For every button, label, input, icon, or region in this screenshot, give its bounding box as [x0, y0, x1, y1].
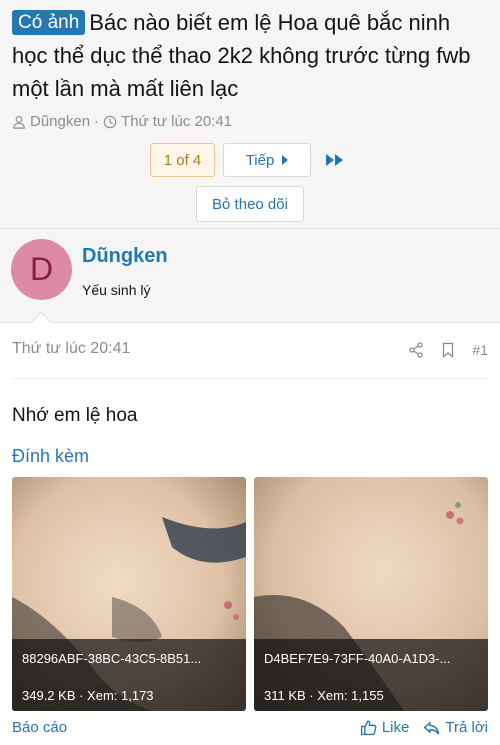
post-time[interactable]: Thứ tư lúc 20:41 [12, 340, 130, 358]
chevron-right-icon [282, 155, 289, 165]
footer-actions: Like Trả lời [360, 719, 488, 736]
attachment-stats: 311 KB · Xem: 1,155 [264, 688, 384, 703]
username[interactable]: Dũngken [82, 245, 168, 268]
like-label: Like [381, 718, 410, 736]
post-message: Nhớ em lệ hoa [12, 405, 138, 426]
unwatch-button[interactable]: Bỏ theo dõi [196, 186, 304, 222]
thread-header: Có ảnh Bác nào biết em lệ Hoa quê bắc nin… [0, 0, 500, 229]
attachment-filename: 88296ABF-38BC-43C5-8B51... [22, 651, 202, 666]
avatar[interactable]: D [11, 239, 72, 300]
prefix-badge[interactable]: Có ảnh [12, 10, 86, 35]
attachment-caption: D4BEF7E9-73FF-40A0-A1D3-... 311 KB · Xem… [254, 639, 488, 711]
thread-author[interactable]: Dũngken [30, 113, 90, 130]
next-page-button[interactable]: Tiếp [223, 143, 311, 177]
reply-icon [424, 721, 440, 735]
attachment-caption: 88296ABF-38BC-43C5-8B51... 349.2 KB · Xe… [12, 639, 246, 711]
bookmark-icon[interactable] [440, 342, 456, 358]
thread-meta: Dũngken · Thứ tư lúc 20:41 [12, 113, 488, 130]
thumbs-up-icon [360, 719, 377, 735]
clock-icon [103, 115, 117, 128]
attachments-heading: Đính kèm [12, 446, 90, 466]
report-link[interactable]: Báo cáo [12, 719, 67, 736]
pagination: 1 of 4 Tiếp [150, 143, 349, 177]
double-chevron-right-icon [326, 154, 343, 166]
user-block: D Dũngken Yếu sinh lý [0, 229, 500, 335]
attachment-thumbnail[interactable]: 88296ABF-38BC-43C5-8B51... 349.2 KB · Xe… [12, 477, 246, 711]
reply-label: Trả lời [445, 718, 488, 736]
reply-button[interactable]: Trả lời [423, 719, 488, 736]
post-actions: #1 [408, 342, 488, 358]
last-page-button[interactable] [321, 143, 349, 177]
user-title: Yếu sinh lý [82, 282, 151, 298]
meta-separator: · [94, 113, 100, 130]
post-number[interactable]: #1 [472, 342, 488, 358]
page-indicator[interactable]: 1 of 4 [150, 143, 215, 177]
post-meta: Thứ tư lúc 20:41 #1 [12, 323, 488, 379]
post-footer: Báo cáo Like Trả lời [0, 712, 500, 742]
post-body: Nhớ em lệ hoa Đính kèm 88296ABF-38BC-43C… [0, 405, 500, 711]
next-page-label: Tiếp [245, 151, 275, 169]
user-icon [13, 115, 25, 129]
attachment-filename: D4BEF7E9-73FF-40A0-A1D3-... [264, 651, 451, 666]
thread-time[interactable]: Thứ tư lúc 20:41 [121, 113, 232, 130]
share-icon[interactable] [408, 342, 424, 358]
attachment-thumbnail[interactable]: D4BEF7E9-73FF-40A0-A1D3-... 311 KB · Xem… [254, 477, 488, 711]
thread-title: Có ảnh Bác nào biết em lệ Hoa quê bắc nin… [12, 6, 488, 105]
attachments-list: 88296ABF-38BC-43C5-8B51... 349.2 KB · Xe… [12, 477, 488, 711]
attachment-stats: 349.2 KB · Xem: 1,173 [22, 688, 154, 703]
like-button[interactable]: Like [360, 718, 410, 736]
